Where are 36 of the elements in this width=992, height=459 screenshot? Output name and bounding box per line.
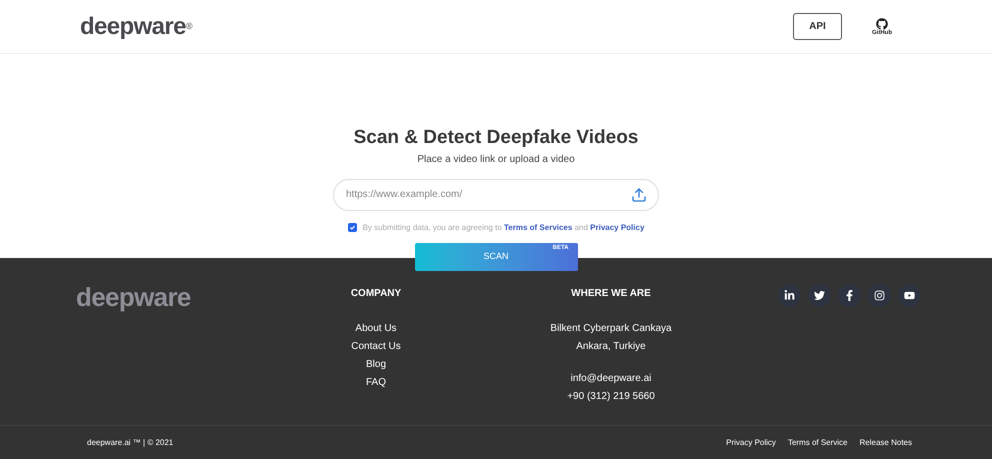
consent-checkbox[interactable]	[348, 223, 357, 232]
copyright: deepware.ai ™ | © 2021	[87, 436, 174, 448]
social-link[interactable]	[868, 284, 891, 307]
youtube-icon	[904, 290, 915, 301]
logo[interactable]: deepware$^{®}$	[80, 14, 192, 38]
address-line: Bilkent Cyberpark Cankaya	[550, 322, 672, 336]
social-link[interactable]	[808, 284, 831, 307]
terms-link[interactable]: Terms of Services	[504, 222, 572, 232]
bottom-link[interactable]: Terms of Service	[788, 436, 848, 448]
page-title: Scan & Detect Deepfake Videos	[354, 126, 638, 150]
linkedin-icon	[784, 290, 795, 301]
contact-line: +90 (312) 219 5660	[567, 390, 655, 404]
contact-line: info@deepware.ai	[570, 372, 652, 386]
column-heading: WHERE WE ARE	[571, 287, 651, 301]
social-link[interactable]	[838, 284, 861, 307]
footer-link[interactable]: Contact Us	[351, 338, 401, 356]
url-field[interactable]: https://www.example.com/	[333, 178, 659, 211]
address-line: Ankara, Turkiye	[576, 340, 646, 354]
privacy-link[interactable]: Privacy Policy	[590, 222, 644, 232]
instagram-icon	[874, 290, 885, 301]
footer-logo[interactable]: deepware	[76, 284, 326, 425]
facebook-icon	[844, 290, 855, 301]
bottom-link[interactable]: Privacy Policy	[726, 436, 776, 448]
social-link[interactable]	[898, 284, 921, 307]
upload-icon[interactable]	[631, 186, 647, 203]
footer-link[interactable]: FAQ	[366, 374, 386, 392]
footer-link[interactable]: About Us	[355, 320, 397, 338]
footer-link[interactable]: Blog	[366, 356, 386, 374]
github-icon	[876, 18, 888, 30]
column-heading: COMPANY	[350, 287, 402, 301]
twitter-icon	[814, 290, 825, 301]
subtitle: Place a video link or upload a video	[417, 152, 575, 167]
api-button[interactable]: API	[793, 13, 842, 40]
consent-text: By submitting data, you are agreeing to Terms of Services and Privacy Policy	[362, 222, 644, 234]
social-link[interactable]	[778, 284, 801, 307]
bottom-link[interactable]: Release Notes	[860, 436, 912, 448]
